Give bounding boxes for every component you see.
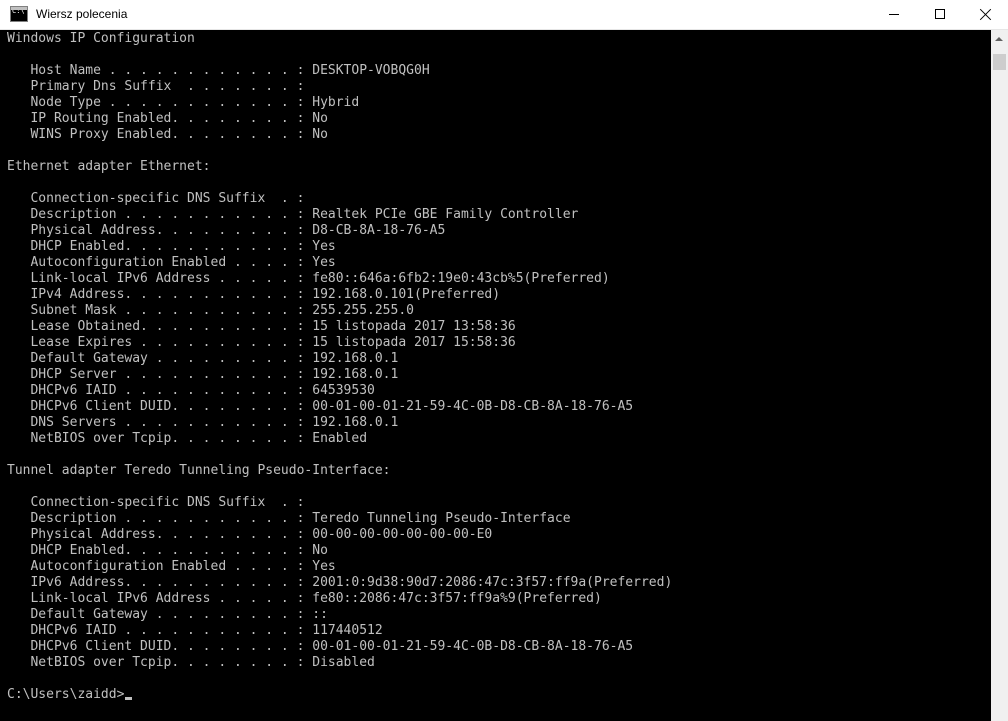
- console-line: Host Name . . . . . . . . . . . . : DESK…: [7, 63, 430, 78]
- cmd-icon[interactable]: C:\: [10, 6, 28, 22]
- console-line: IPv6 Address. . . . . . . . . . . : 2001…: [7, 575, 673, 590]
- title-bar[interactable]: C:\ Wiersz polecenia: [0, 0, 1008, 30]
- cmd-icon-label: C:\: [12, 7, 25, 15]
- console-line: Lease Obtained. . . . . . . . . . : 15 l…: [7, 319, 516, 334]
- console-line: DHCP Server . . . . . . . . . . . : 192.…: [7, 367, 399, 382]
- maximize-button[interactable]: [917, 0, 963, 30]
- console-line: Autoconfiguration Enabled . . . . : Yes: [7, 559, 336, 574]
- console-line: Lease Expires . . . . . . . . . . : 15 l…: [7, 335, 516, 350]
- console-line: WINS Proxy Enabled. . . . . . . . : No: [7, 127, 328, 142]
- console-line: NetBIOS over Tcpip. . . . . . . . : Enab…: [7, 431, 368, 446]
- console-line: Link-local IPv6 Address . . . . . : fe80…: [7, 271, 610, 286]
- console-line: Node Type . . . . . . . . . . . . : Hybr…: [7, 95, 360, 110]
- vertical-scrollbar[interactable]: [991, 30, 1008, 721]
- minimize-icon: [889, 14, 899, 15]
- console-line: DHCP Enabled. . . . . . . . . . . : No: [7, 543, 328, 558]
- maximize-icon: [935, 9, 945, 19]
- console-line: Primary Dns Suffix . . . . . . . :: [7, 79, 305, 94]
- window-title: Wiersz polecenia: [36, 7, 128, 21]
- console-line: DHCPv6 IAID . . . . . . . . . . . : 6453…: [7, 383, 375, 398]
- console-line: IPv4 Address. . . . . . . . . . . : 192.…: [7, 287, 501, 302]
- console-lines: Windows IP Configuration Host Name . . .…: [7, 31, 672, 703]
- console-line: Description . . . . . . . . . . . : Tere…: [7, 511, 571, 526]
- console-line: Windows IP Configuration: [7, 31, 195, 46]
- console-line: Ethernet adapter Ethernet:: [7, 159, 211, 174]
- console-line: DHCP Enabled. . . . . . . . . . . : Yes: [7, 239, 336, 254]
- console-line: DHCPv6 Client DUID. . . . . . . . : 00-0…: [7, 639, 634, 654]
- console-line: Tunnel adapter Teredo Tunneling Pseudo-I…: [7, 463, 391, 478]
- scroll-up-arrow-icon[interactable]: [991, 30, 1008, 47]
- console-line: Subnet Mask . . . . . . . . . . . : 255.…: [7, 303, 414, 318]
- prompt-text: C:\Users\zaidd>: [7, 687, 125, 702]
- console-line: NetBIOS over Tcpip. . . . . . . . : Disa…: [7, 655, 375, 670]
- command-prompt[interactable]: C:\Users\zaidd>: [7, 687, 672, 703]
- console-line: DHCPv6 IAID . . . . . . . . . . . : 1174…: [7, 623, 383, 638]
- text-cursor: [125, 697, 133, 700]
- close-button[interactable]: [962, 0, 1008, 30]
- close-icon: [979, 8, 992, 21]
- scroll-thumb[interactable]: [993, 54, 1006, 70]
- console-line: Physical Address. . . . . . . . . : D8-C…: [7, 223, 446, 238]
- console-line: Default Gateway . . . . . . . . . : ::: [7, 607, 328, 622]
- console-line: Description . . . . . . . . . . . : Real…: [7, 207, 579, 222]
- console-line: DHCPv6 Client DUID. . . . . . . . : 00-0…: [7, 399, 634, 414]
- console-line: Default Gateway . . . . . . . . . : 192.…: [7, 351, 399, 366]
- console-line: DNS Servers . . . . . . . . . . . : 192.…: [7, 415, 399, 430]
- console-line: Autoconfiguration Enabled . . . . : Yes: [7, 255, 336, 270]
- console-output[interactable]: Windows IP Configuration Host Name . . .…: [0, 30, 991, 721]
- console-line: Link-local IPv6 Address . . . . . : fe80…: [7, 591, 602, 606]
- console-line: Physical Address. . . . . . . . . : 00-0…: [7, 527, 493, 542]
- console-line: Connection-specific DNS Suffix . :: [7, 495, 305, 510]
- console-line: Connection-specific DNS Suffix . :: [7, 191, 305, 206]
- minimize-button[interactable]: [871, 0, 917, 30]
- console-line: IP Routing Enabled. . . . . . . . : No: [7, 111, 328, 126]
